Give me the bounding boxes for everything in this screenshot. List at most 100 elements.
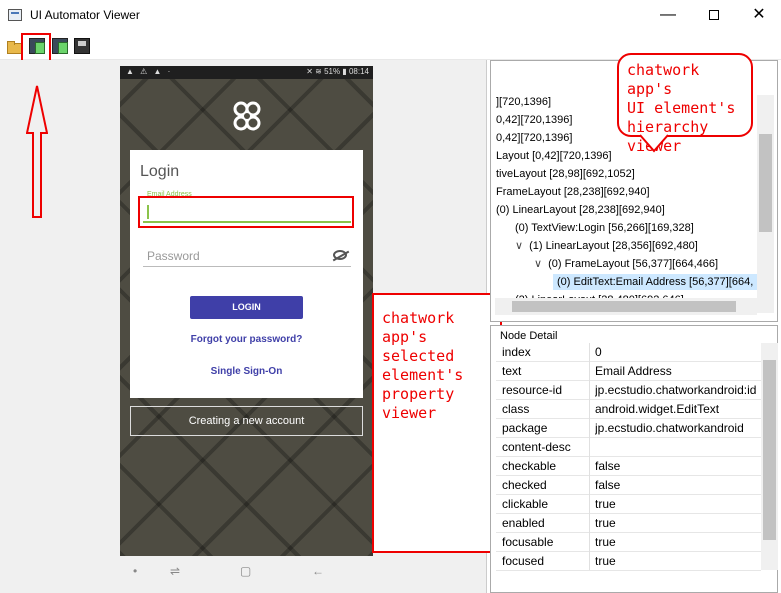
property-key: checked xyxy=(502,478,547,492)
property-row[interactable]: text Email Address xyxy=(496,362,761,381)
folder-open-icon[interactable] xyxy=(6,38,22,54)
property-viewer-annotation: chatwork app's selected element's proper… xyxy=(372,293,502,553)
maximize-button[interactable] xyxy=(691,0,737,32)
single-sign-on-link[interactable]: Single Sign-On xyxy=(130,366,363,377)
tree-node[interactable]: 0,42][720,1396] xyxy=(496,111,572,129)
forgot-password-link[interactable]: Forgot your password? xyxy=(130,334,363,345)
chatwork-logo-icon xyxy=(233,101,261,131)
property-value: android.widget.EditText xyxy=(595,402,720,416)
property-key: enabled xyxy=(502,516,545,530)
property-key: focused xyxy=(502,554,545,568)
property-row[interactable]: focusable true xyxy=(496,533,761,552)
property-key: checkable xyxy=(502,459,557,473)
close-button[interactable]: ✕ xyxy=(736,0,781,32)
tree-node-selected[interactable]: (0) EditText:Email Address [56,377][664, xyxy=(553,273,758,291)
phone-status-bar: ▲ ⚠ ▲ · ✕ ≋ 51% ▮ 08:14 xyxy=(120,66,373,79)
node-detail-title: Node Detail xyxy=(500,330,558,342)
password-field[interactable]: Password xyxy=(143,247,351,267)
property-value: true xyxy=(595,516,616,530)
login-card xyxy=(130,150,363,398)
tree-node-label: (0) EditText:Email Address [56,377][664, xyxy=(553,274,758,290)
tree-node[interactable]: FrameLayout [28,238][692,940] xyxy=(496,183,650,201)
property-key: package xyxy=(502,421,548,435)
hierarchy-viewer-annotation: chatwork app's UI element's hierarchy vi… xyxy=(617,53,753,155)
home-icon[interactable]: ▢ xyxy=(240,564,251,578)
property-row[interactable]: clickable true xyxy=(496,495,761,514)
tree-node-label: (0) TextView:Login [56,266][169,328] xyxy=(515,222,694,234)
tree-node-label: (0) FrameLayout [56,377][664,466] xyxy=(548,258,719,270)
window-title: UI Automator Viewer xyxy=(30,8,140,22)
property-value: Email Address xyxy=(595,364,672,378)
tree-node[interactable]: ][720,1396] xyxy=(496,93,551,111)
up-arrow-annotation xyxy=(26,85,48,218)
tree-node[interactable]: tiveLayout [28,98][692,1052] xyxy=(496,165,635,183)
property-key: resource-id xyxy=(502,383,563,397)
property-value: jp.ecstudio.chatworkandroid xyxy=(595,421,744,435)
property-annotation-text: chatwork app's selected element's proper… xyxy=(382,309,464,422)
tree-node-label: (0) LinearLayout [28,238][692,940] xyxy=(496,204,665,216)
status-right: ✕ ≋ 51% ▮ 08:14 xyxy=(306,67,369,76)
property-key: text xyxy=(502,364,522,378)
tree-node[interactable]: ∨ (0) FrameLayout [56,377][664,466] xyxy=(534,255,718,273)
tree-node-label: tiveLayout [28,98][692,1052] xyxy=(496,168,635,180)
tree-node-label: FrameLayout [28,238][692,940] xyxy=(496,186,650,198)
tree-node-label: ][720,1396] xyxy=(496,96,552,108)
eye-off-icon[interactable] xyxy=(333,250,347,260)
property-row[interactable]: checkable false xyxy=(496,457,761,476)
property-value: false xyxy=(595,459,621,473)
tree-node[interactable]: Layout [0,42][720,1396] xyxy=(496,147,612,165)
status-time: 08:14 xyxy=(348,67,369,76)
property-row[interactable]: package jp.ecstudio.chatworkandroid xyxy=(496,419,761,438)
tree-node[interactable]: (0) LinearLayout [28,238][692,940] xyxy=(496,201,665,219)
tree-node[interactable]: 0,42][720,1396] xyxy=(496,129,572,147)
save-icon[interactable] xyxy=(74,38,90,54)
property-row[interactable]: content-desc xyxy=(496,438,761,457)
property-key: index xyxy=(502,345,531,359)
login-title: Login xyxy=(140,163,180,180)
property-key: focusable xyxy=(502,535,554,549)
property-value: true xyxy=(595,535,616,549)
device-screenshot-compressed-icon[interactable] xyxy=(52,38,68,54)
tree-horizontal-scroll-thumb[interactable] xyxy=(512,301,736,312)
email-highlight-box xyxy=(138,196,354,228)
detail-vertical-scroll-thumb[interactable] xyxy=(763,360,776,540)
tree-expand-toggle-icon[interactable]: ∨ xyxy=(515,240,523,252)
property-value: true xyxy=(595,497,616,511)
minimize-button[interactable]: — xyxy=(645,0,691,32)
property-row[interactable]: enabled true xyxy=(496,514,761,533)
nav-dot-icon[interactable]: • xyxy=(133,564,137,578)
property-value: jp.ecstudio.chatworkandroid:id xyxy=(595,383,757,397)
property-key: content-desc xyxy=(502,440,571,454)
property-row[interactable]: checked false xyxy=(496,476,761,495)
password-placeholder: Password xyxy=(147,249,200,263)
create-account-button[interactable]: Creating a new account xyxy=(130,406,363,436)
tree-node-label: 0,42][720,1396] xyxy=(496,132,573,144)
login-button[interactable]: LOGIN xyxy=(190,296,303,319)
title-bar: UI Automator Viewer — ✕ xyxy=(0,0,781,32)
property-row[interactable]: focused true xyxy=(496,552,761,571)
property-row[interactable]: class android.widget.EditText xyxy=(496,400,761,419)
property-row[interactable]: resource-id jp.ecstudio.chatworkandroid:i… xyxy=(496,381,761,400)
tree-node[interactable]: ∨ (1) LinearLayout [28,356][692,480] xyxy=(515,237,698,255)
tree-node[interactable]: (0) TextView:Login [56,266][169,328] xyxy=(515,219,694,237)
tree-node-label: Layout [0,42][720,1396] xyxy=(496,150,612,162)
tree-vertical-scroll-thumb[interactable] xyxy=(759,134,772,232)
battery-level: 51% xyxy=(324,67,341,76)
app-icon xyxy=(8,9,22,21)
annotation-bubble-tail xyxy=(640,134,669,153)
tree-node-label: 0,42][720,1396] xyxy=(496,114,573,126)
property-key: class xyxy=(502,402,530,416)
tree-expand-toggle-icon[interactable]: ∨ xyxy=(534,258,542,270)
property-value: 0 xyxy=(595,345,602,359)
phone-nav-bar: • ⇌ ▢ ← xyxy=(120,556,373,588)
property-value: false xyxy=(595,478,621,492)
maximize-icon xyxy=(709,10,719,20)
recent-apps-icon[interactable]: ⇌ xyxy=(170,564,180,578)
back-icon[interactable]: ← xyxy=(312,564,324,578)
tree-node-label: (1) LinearLayout [28,356][692,480] xyxy=(529,240,698,252)
property-value: true xyxy=(595,554,616,568)
status-icons: ▲ ⚠ ▲ · xyxy=(126,67,173,76)
property-column-divider[interactable] xyxy=(589,343,590,570)
property-key: clickable xyxy=(502,497,549,511)
property-row[interactable]: index 0 xyxy=(496,343,761,362)
